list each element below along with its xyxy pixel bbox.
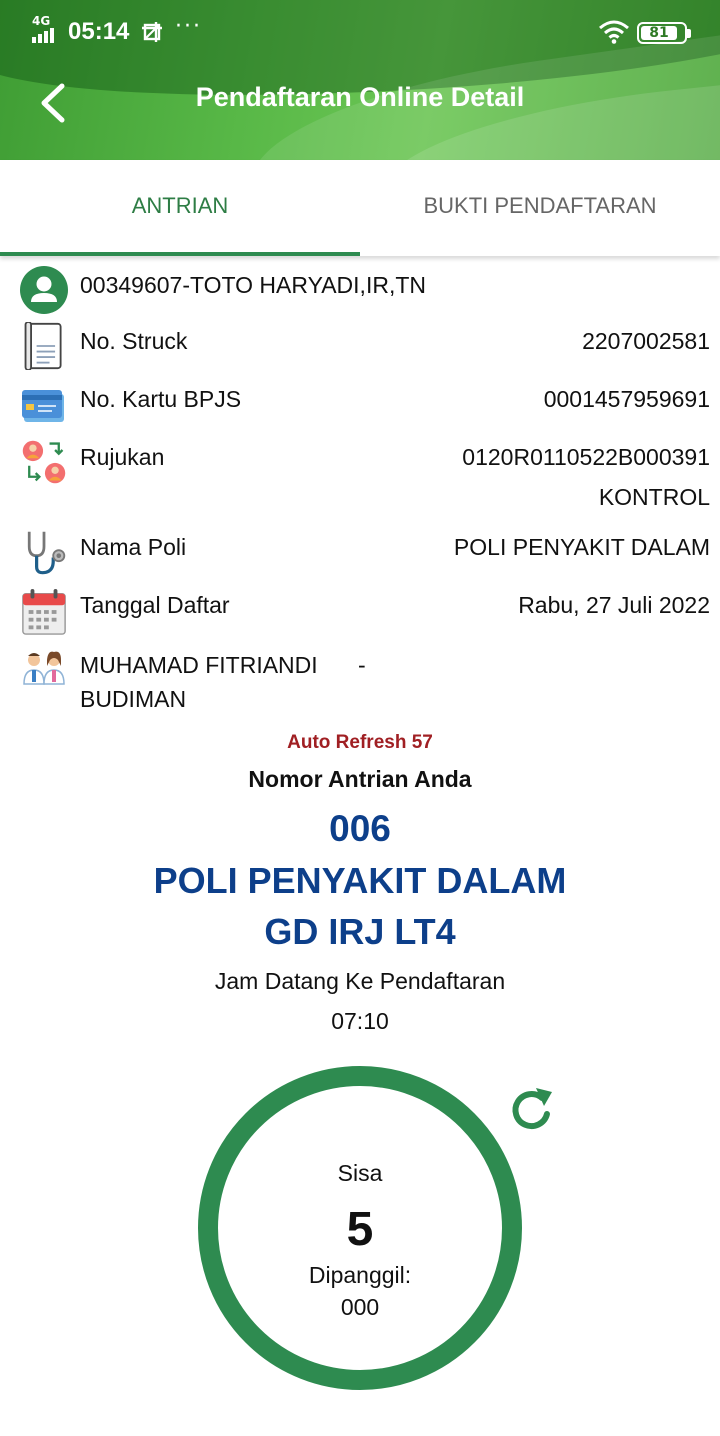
bpjs-value: 0001457959691 (543, 386, 710, 412)
poli-value: POLI PENYAKIT DALAM (453, 534, 710, 560)
tanggal-value: Rabu, 27 Juli 2022 (518, 592, 710, 618)
doctors-icon (23, 651, 65, 685)
card-icon (22, 390, 64, 422)
auto-refresh-text: Auto Refresh 57 (287, 732, 433, 753)
tab-antrian[interactable]: ANTRIAN (0, 160, 360, 256)
stethoscope-icon (27, 531, 66, 575)
wifi-icon (599, 20, 629, 44)
bpjs-label: No. Kartu BPJS (80, 386, 242, 412)
queue-building: GD IRJ LT4 (264, 911, 456, 952)
tab-indicator (0, 252, 360, 256)
dipanggil-label: Dipanggil: (308, 1262, 412, 1288)
struck-value: 2207002581 (582, 328, 710, 354)
arrival-time-label: Jam Datang Ke Pendaftaran (214, 968, 506, 994)
queue-title: Nomor Antrian Anda (248, 766, 472, 792)
screenshot-icon (142, 22, 162, 42)
rujukan-value: 0120R0110522B000391 (462, 444, 710, 470)
status-bar: 4G 05:14 ··· 81 (0, 0, 720, 64)
tab-bar: ANTRIAN BUKTI PENDAFTARAN (0, 160, 720, 256)
patient-name: 00349607-TOTO HARYADI,IR,TN (80, 272, 426, 298)
rujukan-type: KONTROL (598, 484, 710, 510)
poli-label: Nama Poli (80, 534, 187, 560)
queue-number: 006 (329, 808, 391, 849)
rujukan-label: Rujukan (80, 444, 165, 470)
dokter-name-line1: MUHAMAD FITRIANDI (80, 652, 318, 678)
dipanggil-value: 000 (340, 1294, 380, 1320)
arrival-time-value: 07:10 (331, 1008, 389, 1034)
app-header: 4G 05:14 ··· 81 Pendaftaran Online Detai… (0, 0, 720, 160)
sisa-value: 5 (346, 1203, 374, 1256)
person-icon (20, 266, 68, 314)
tab-bukti-pendaftaran[interactable]: BUKTI PENDAFTARAN (360, 160, 720, 256)
calendar-icon (22, 588, 66, 635)
battery-icon: 81 (637, 22, 691, 44)
page-title: Pendaftaran Online Detail (195, 82, 525, 112)
queue-poli: POLI PENYAKIT DALAM (153, 860, 567, 901)
receipt-icon (24, 322, 62, 370)
more-notifications-icon: ··· (175, 14, 202, 39)
signal-icon: 4G (30, 14, 62, 45)
tanggal-label: Tanggal Daftar (80, 592, 230, 618)
dokter-name-line2: BUDIMAN (80, 686, 187, 712)
dokter-value: - (358, 652, 366, 678)
struck-label: No. Struck (80, 328, 188, 354)
status-time: 05:14 (68, 18, 130, 45)
sisa-label: Sisa (337, 1160, 383, 1186)
referral-icon (22, 440, 66, 484)
refresh-icon[interactable] (506, 1084, 558, 1136)
